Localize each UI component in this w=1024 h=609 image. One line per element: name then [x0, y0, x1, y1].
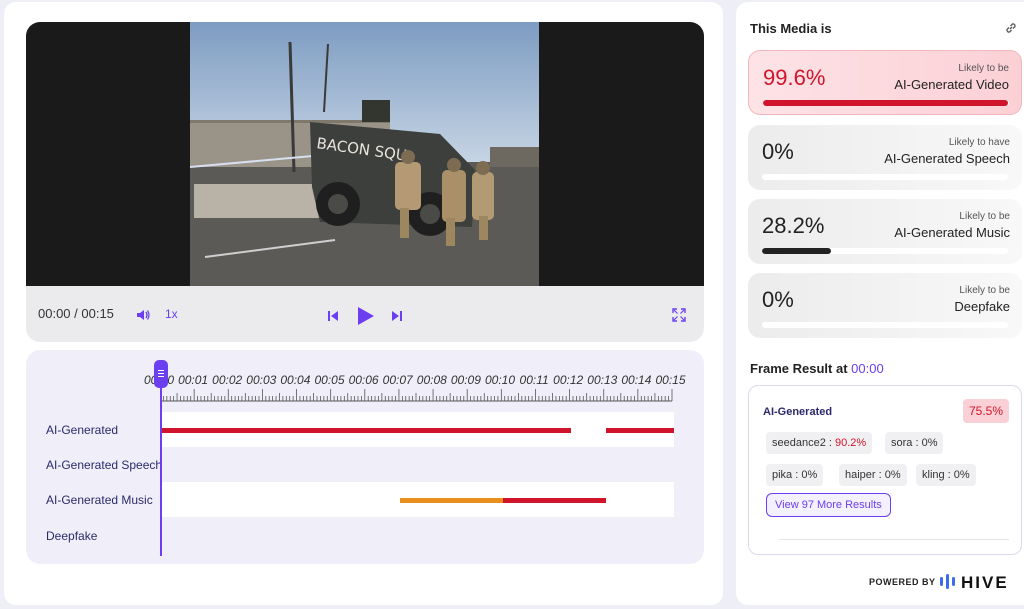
media-viewer-panel: BACON SQU 00:00 / 00:15 1x 00:01 00:02 0…: [4, 2, 723, 605]
video-player[interactable]: BACON SQU: [26, 22, 704, 286]
result-category: Deepfake: [954, 299, 1010, 314]
result-qualifier: Likely to be: [959, 211, 1010, 222]
model-score: 0%: [801, 469, 818, 481]
result-progress-bar: [762, 322, 1008, 328]
skip-forward-icon[interactable]: [391, 310, 403, 322]
model-score: 0%: [953, 469, 970, 481]
timeline-tick-label: 00:03: [246, 373, 277, 387]
result-card-deepfake: 0% Likely to be Deepfake: [748, 273, 1022, 338]
result-percent: 0%: [762, 139, 794, 164]
time-display: 00:00 / 00:15: [38, 306, 114, 321]
model-name: haiper: [845, 469, 876, 481]
view-more-results-button[interactable]: View 97 More Results: [766, 493, 891, 517]
divider: [779, 539, 1009, 540]
playback-speed-button[interactable]: 1x: [165, 307, 178, 321]
result-card-ai-video: 99.6% Likely to be AI-Generated Video: [748, 50, 1022, 115]
video-frame-image: BACON SQU: [190, 22, 539, 286]
volume-icon[interactable]: [136, 308, 150, 322]
result-category: AI-Generated Video: [894, 77, 1009, 92]
timeline-tick-label: 00:06: [348, 373, 379, 387]
result-percent: 28.2%: [762, 213, 825, 238]
frame-result-title: Frame Result at 00:00: [750, 361, 884, 376]
detection-segment[interactable]: [161, 428, 572, 433]
result-qualifier: Likely to be: [958, 63, 1009, 74]
link-icon[interactable]: [1004, 21, 1018, 35]
timeline-panel: 00:0000:0100:0200:0300:0400:0500:0600:07…: [26, 350, 704, 564]
play-icon[interactable]: [357, 306, 375, 326]
hive-brand: HIVE: [961, 573, 1009, 592]
track-label-ai-generated-music: AI-Generated Music: [46, 493, 153, 507]
result-percent: 0%: [762, 287, 794, 312]
model-chip-pika: pika : 0%: [766, 464, 824, 486]
model-name: sora: [891, 437, 913, 449]
fullscreen-icon[interactable]: [672, 308, 686, 322]
result-progress-fill: [762, 248, 832, 254]
model-chip-seedance2: seedance2 : 90.2%: [766, 432, 873, 454]
result-progress-bar: [763, 100, 1009, 106]
result-progress-bar: [762, 174, 1008, 180]
timeline-tick-label: 00:01: [178, 373, 209, 387]
track-label-ai-generated-speech: AI-Generated Speech: [46, 458, 163, 472]
model-score: 0%: [921, 437, 938, 449]
model-name: pika: [772, 469, 793, 481]
result-percent: 99.6%: [763, 65, 826, 90]
detection-segment[interactable]: [400, 498, 503, 503]
result-qualifier: Likely to have: [948, 137, 1010, 148]
timeline-tick-label: 00:09: [450, 373, 481, 387]
timeline-tick-label: 00:10: [484, 373, 516, 387]
timeline-tick-label: 00:08: [416, 373, 447, 387]
timeline-tick-label: 00:15: [655, 373, 686, 387]
frame-result-time[interactable]: 00:00: [851, 361, 884, 376]
results-sidebar: This Media is 99.6% Likely to be AI-Gene…: [736, 2, 1024, 605]
playhead-line: [160, 370, 162, 556]
powered-by-label: POWERED BY: [869, 577, 936, 587]
frame-class-label: AI-Generated: [763, 406, 833, 418]
frame-result-box: AI-Generated 75.5% seedance2 : 90.2% sor…: [748, 385, 1022, 555]
timeline-tick-label: 00:07: [382, 373, 413, 387]
playhead-handle[interactable]: [154, 360, 168, 388]
track-row-ai-generated-music: AI-Generated Music: [36, 482, 676, 517]
result-qualifier: Likely to be: [959, 285, 1010, 296]
result-progress-fill: [763, 100, 1009, 106]
timeline-tick-label: 00:12: [553, 373, 584, 387]
result-card-ai-music: 28.2% Likely to be AI-Generated Music: [748, 199, 1022, 264]
track-row-ai-generated-speech: AI-Generated Speech: [36, 447, 676, 482]
track-bar-ai-generated[interactable]: [161, 412, 674, 447]
timeline-tick-labels: 00:0000:0100:0200:0300:0400:0500:0600:07…: [144, 373, 686, 387]
model-name: kling: [922, 469, 945, 481]
track-bar-ai-generated-speech[interactable]: [161, 447, 674, 482]
result-category: AI-Generated Speech: [884, 151, 1010, 166]
skip-back-icon[interactable]: [327, 310, 339, 322]
timeline-tick-label: 00:04: [280, 373, 311, 387]
player-controls: 00:00 / 00:15 1x: [26, 286, 704, 342]
track-bar-deepfake[interactable]: [161, 518, 674, 553]
timeline-tick-label: 00:13: [587, 373, 618, 387]
timeline-tick-label: 00:05: [314, 373, 345, 387]
result-category: AI-Generated Music: [894, 225, 1010, 240]
model-chip-sora: sora : 0%: [885, 432, 944, 454]
hive-logo-icon: [940, 574, 955, 589]
frame-result-label: Frame Result at: [750, 361, 848, 376]
timeline-tick-label: 00:02: [212, 373, 243, 387]
timeline-tick-label: 00:14: [621, 373, 652, 387]
timeline-ruler[interactable]: [160, 388, 680, 402]
track-label-ai-generated: AI-Generated: [46, 423, 119, 437]
track-bar-ai-generated-music[interactable]: [161, 482, 674, 517]
track-row-deepfake: Deepfake: [36, 518, 676, 553]
model-score: 90.2%: [835, 437, 867, 449]
track-label-deepfake: Deepfake: [46, 529, 98, 543]
results-title: This Media is: [750, 21, 832, 36]
detection-segment[interactable]: [605, 428, 674, 433]
model-chip-kling: kling : 0%: [916, 464, 976, 486]
model-name: seedance2: [772, 437, 826, 449]
detection-segment[interactable]: [503, 498, 606, 503]
model-chip-haiper: haiper : 0%: [839, 464, 907, 486]
model-score: 0%: [884, 469, 901, 481]
timeline-tick-label: 00:11: [519, 373, 549, 387]
result-card-ai-speech: 0% Likely to have AI-Generated Speech: [748, 125, 1022, 190]
track-row-ai-generated: AI-Generated: [36, 412, 676, 447]
result-progress-bar: [762, 248, 1008, 254]
frame-score-badge: 75.5%: [962, 399, 1009, 423]
